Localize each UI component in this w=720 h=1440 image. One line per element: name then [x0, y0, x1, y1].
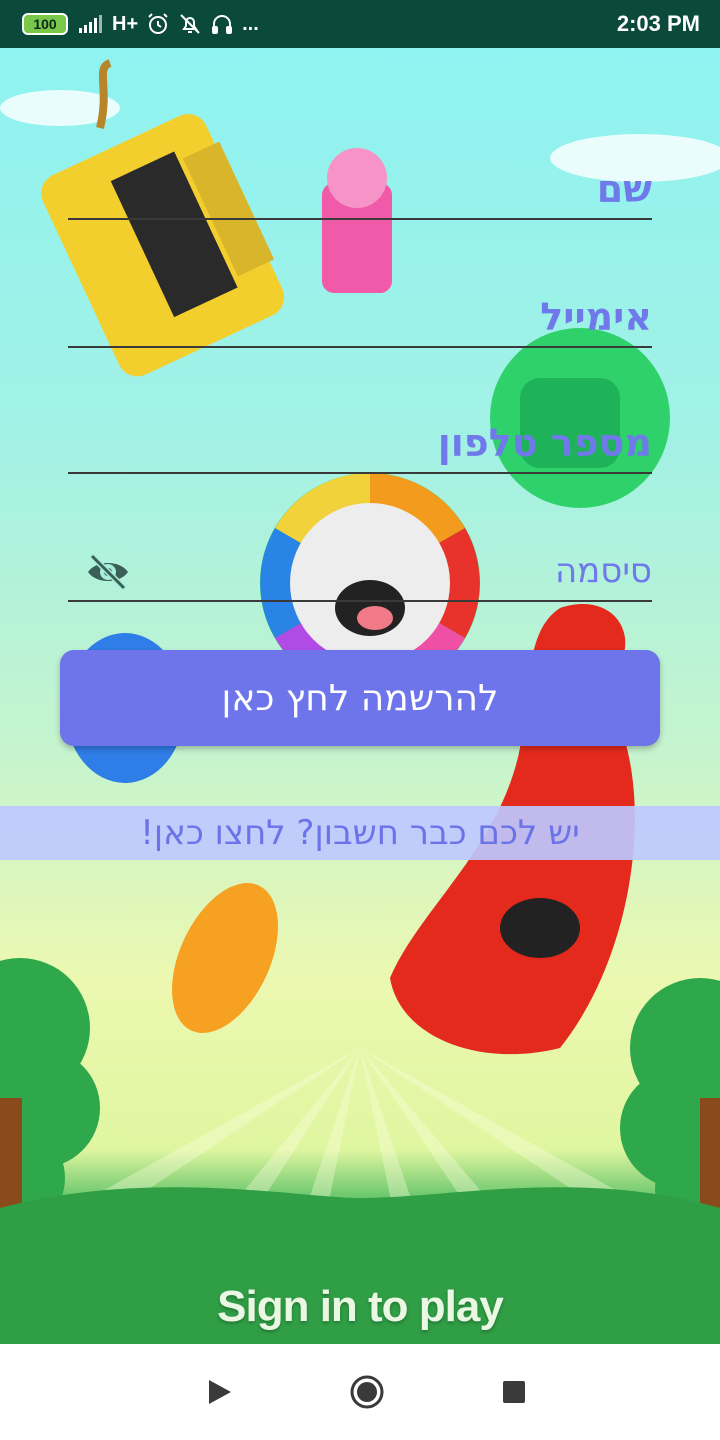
phone-field[interactable]: מספר טלפון [68, 414, 652, 474]
network-type: H+ [112, 12, 139, 35]
back-icon[interactable] [200, 1372, 240, 1412]
password-label: סיסמה [554, 551, 652, 591]
home-icon[interactable] [347, 1372, 387, 1412]
battery-icon: 100 [22, 13, 68, 35]
eye-off-icon[interactable] [84, 553, 132, 591]
clock: 2:03 PM [616, 11, 700, 36]
register-button-label: להרשמה לחץ כאן [221, 677, 499, 719]
battery-level: 100 [33, 16, 57, 32]
register-button[interactable]: להרשמה לחץ כאן [60, 650, 660, 746]
email-field[interactable]: אימייל [68, 288, 652, 348]
notifications-off-icon [178, 12, 202, 36]
sign-in-caption: Sign in to play [217, 1282, 504, 1331]
name-label: שם [596, 167, 652, 211]
status-bar: 100 H+ ... 2:03 PM [0, 0, 720, 48]
headset-icon [210, 12, 234, 36]
alarm-icon [146, 12, 170, 36]
phone-label: מספר טלפון [437, 421, 652, 465]
login-link-label: יש לכם כבר חשבון? לחצו כאן! [140, 813, 580, 853]
signal-icon [78, 14, 104, 34]
login-link[interactable]: יש לכם כבר חשבון? לחצו כאן! [0, 806, 720, 860]
navigation-bar [0, 1344, 720, 1440]
name-field[interactable]: שם [68, 160, 652, 220]
email-label: אימייל [540, 295, 652, 339]
recents-icon[interactable] [494, 1372, 534, 1412]
more-icon: ... [242, 12, 259, 35]
password-field[interactable]: סיסמה [68, 542, 652, 602]
